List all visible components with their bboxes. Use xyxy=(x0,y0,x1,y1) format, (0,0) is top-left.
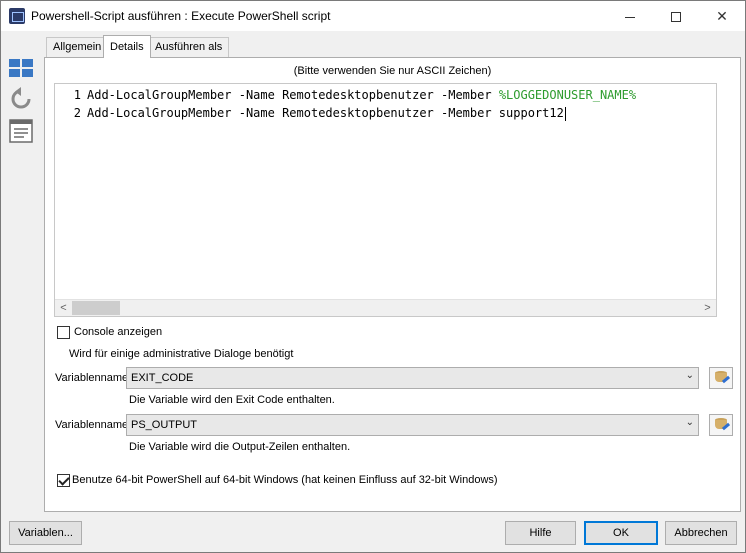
line-number: 2 xyxy=(73,106,81,120)
maximize-icon xyxy=(671,12,681,23)
line-number: 1 xyxy=(73,88,81,102)
tab-ausfuehren-als[interactable]: Ausführen als xyxy=(148,37,230,57)
ok-button[interactable]: OK xyxy=(584,521,658,545)
console-checkbox[interactable] xyxy=(57,326,70,339)
maximize-button[interactable] xyxy=(653,1,699,31)
layout-icon[interactable] xyxy=(9,57,33,81)
variables-button[interactable]: Variablen... xyxy=(9,521,82,545)
exit-code-var-label: Variablenname xyxy=(55,372,129,384)
exit-code-var-value: EXIT_CODE xyxy=(131,372,194,384)
tab-allgemein[interactable]: Allgemein xyxy=(46,37,109,57)
title-bar: Powershell-Script ausführen : Execute Po… xyxy=(1,1,745,31)
refresh-icon[interactable] xyxy=(9,87,33,111)
output-variable-picker-button[interactable] xyxy=(709,414,733,436)
exit-code-var-note: Die Variable wird den Exit Code enthalte… xyxy=(129,394,335,406)
exit-code-var-select[interactable]: EXIT_CODE ⌄ xyxy=(126,367,699,389)
help-button[interactable]: Hilfe xyxy=(505,521,576,545)
code-line[interactable]: 1 Add-LocalGroupMember -Name Remotedeskto… xyxy=(55,88,636,106)
code-line[interactable]: 2 Add-LocalGroupMember -Name Remotedeskto… xyxy=(55,106,566,124)
window-title: Powershell-Script ausführen : Execute Po… xyxy=(31,9,331,23)
properties-list-icon[interactable] xyxy=(9,119,33,143)
chevron-down-icon: ⌄ xyxy=(685,417,694,428)
output-var-value: PS_OUTPUT xyxy=(131,419,198,431)
minimize-icon xyxy=(625,16,635,18)
output-var-label: Variablenname xyxy=(55,419,129,431)
code-text: Add-LocalGroupMember -Name Remotedesktop… xyxy=(87,106,564,120)
use-64bit-checkbox[interactable] xyxy=(57,474,70,487)
ascii-hint: (Bitte verwenden Sie nur ASCII Zeichen) xyxy=(293,65,492,77)
close-button[interactable]: ✕ xyxy=(699,1,745,31)
scroll-right-icon[interactable]: > xyxy=(699,300,716,316)
details-panel: (Bitte verwenden Sie nur ASCII Zeichen) … xyxy=(44,57,741,512)
exit-code-variable-picker-button[interactable] xyxy=(709,367,733,389)
text-caret xyxy=(564,106,566,121)
close-icon: ✕ xyxy=(716,8,728,24)
horizontal-scrollbar[interactable]: < > xyxy=(55,299,716,316)
output-var-select[interactable]: PS_OUTPUT ⌄ xyxy=(126,414,699,436)
use-64bit-label: Benutze 64-bit PowerShell auf 64-bit Win… xyxy=(72,474,498,486)
dialog-window: Powershell-Script ausführen : Execute Po… xyxy=(0,0,746,553)
cancel-button[interactable]: Abbrechen xyxy=(665,521,737,545)
chevron-down-icon: ⌄ xyxy=(685,370,694,381)
script-editor[interactable]: 1 Add-LocalGroupMember -Name Remotedeskto… xyxy=(54,83,717,317)
console-label: Console anzeigen xyxy=(74,326,163,338)
powershell-app-icon xyxy=(9,8,25,24)
code-variable: %LOGGEDONUSER_NAME% xyxy=(498,88,637,102)
tab-details[interactable]: Details xyxy=(103,35,151,58)
scroll-left-icon[interactable]: < xyxy=(55,300,72,316)
scrollbar-thumb[interactable] xyxy=(72,301,120,315)
console-note: Wird für einige administrative Dialoge b… xyxy=(69,348,294,360)
minimize-button[interactable] xyxy=(607,1,653,31)
output-var-note: Die Variable wird die Output-Zeilen enth… xyxy=(129,441,351,453)
code-text: Add-LocalGroupMember -Name Remotedesktop… xyxy=(87,88,499,102)
